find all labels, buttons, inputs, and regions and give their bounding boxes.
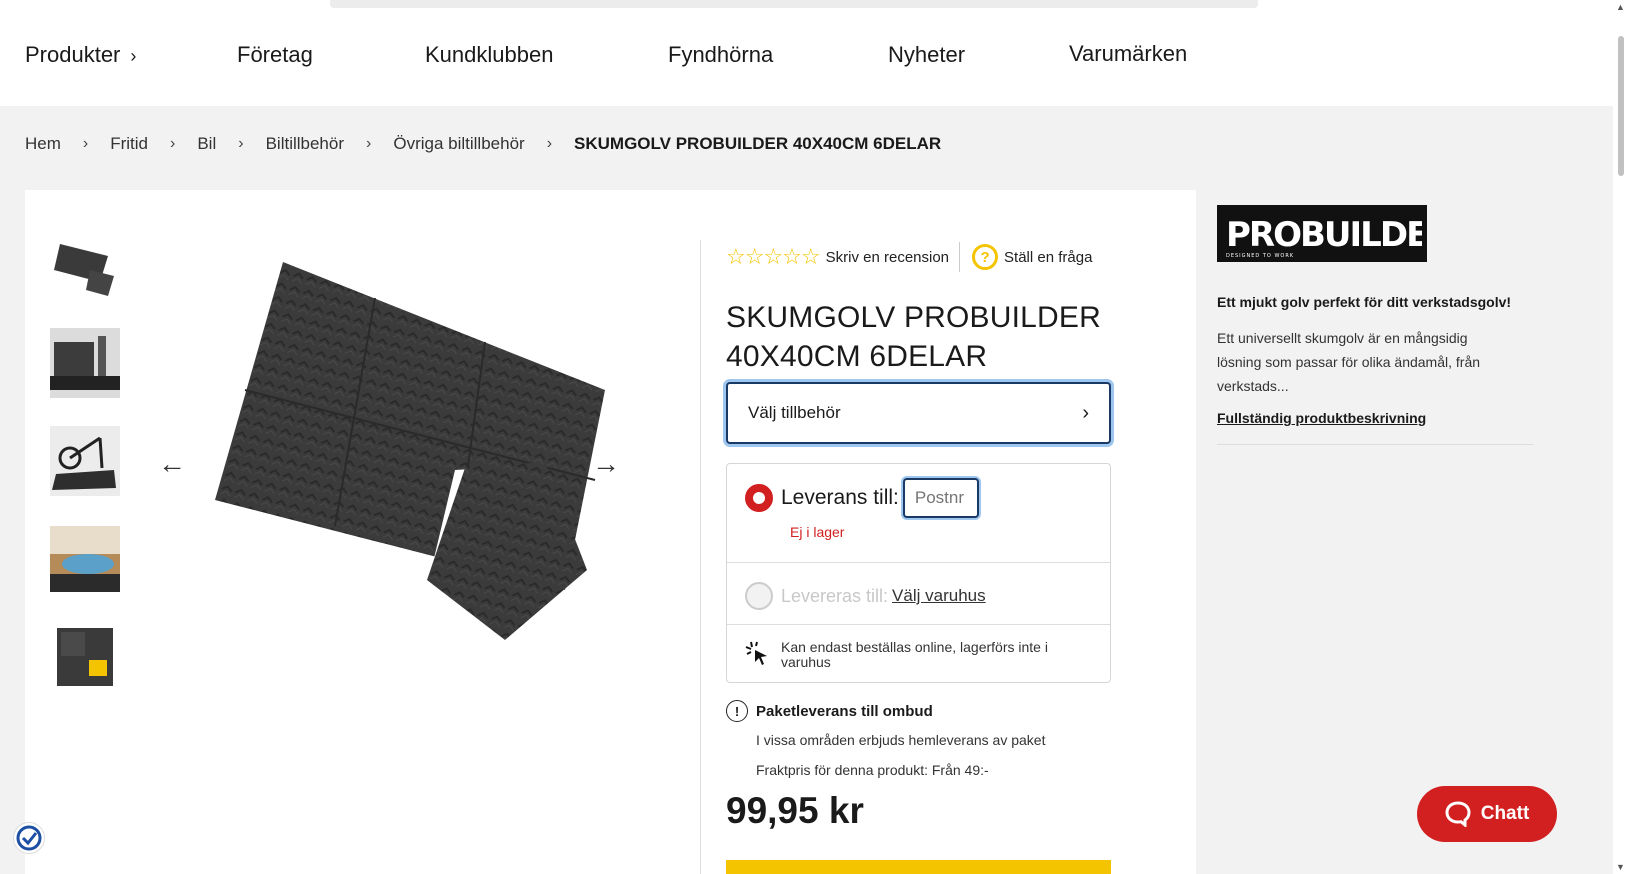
store-delivery-option: Levereras till: Välj varuhus — [745, 582, 986, 610]
product-price: 99,95 kr — [726, 790, 864, 831]
divider — [727, 562, 1110, 563]
product-info: ☆☆☆☆☆ Skriv en recension ? Ställ en fråg… — [726, 240, 1126, 376]
chat-button[interactable]: Chatt — [1417, 786, 1557, 842]
home-delivery-option: Leverans till: — [745, 478, 979, 518]
chat-label: Chatt — [1480, 803, 1530, 824]
breadcrumb-current: SKUMGOLV PROBUILDER 40X40CM 6DELAR — [574, 134, 942, 153]
chat-bubble-icon — [1445, 801, 1471, 827]
breadcrumb-item[interactable]: Fritid — [110, 134, 148, 154]
page-scrollbar[interactable]: ▲ ▼ — [1613, 0, 1629, 874]
question-circle-icon: ? — [972, 244, 999, 270]
nav-item-varumarken[interactable]: Varumärken — [1069, 41, 1187, 67]
nav-item-produkter[interactable]: Produkter › — [25, 42, 136, 68]
description-text: Ett universellt skumgolv är en mångsidig… — [1217, 330, 1481, 394]
nav-item-foretag[interactable]: Företag — [237, 42, 313, 68]
choose-store-link[interactable]: Välj varuhus — [892, 586, 986, 606]
thumbnail-4[interactable] — [50, 524, 120, 594]
parcel-heading: ! Paketleverans till ombud — [726, 700, 1126, 722]
stock-status: Ej i lager — [790, 524, 845, 540]
chevron-right-icon: › — [546, 135, 553, 152]
arrow-left-icon[interactable]: ← — [158, 448, 186, 480]
ask-question-link[interactable]: Ställ en fråga — [1004, 249, 1092, 266]
divider — [959, 242, 961, 272]
divider — [700, 240, 701, 874]
breadcrumb-item[interactable]: Hem — [25, 134, 61, 154]
breadcrumb-item[interactable]: Bil — [197, 134, 216, 154]
chevron-right-icon: › — [130, 46, 137, 66]
thumbnail-5[interactable] — [50, 622, 120, 692]
nav-item-nyheter[interactable]: Nyheter — [888, 42, 965, 68]
choose-accessories-button[interactable]: Välj tillbehör › — [726, 382, 1111, 444]
store-delivery-radio[interactable] — [745, 582, 773, 610]
click-cursor-icon — [745, 640, 771, 671]
online-only-text: Kan endast beställas online, lagerförs i… — [781, 639, 1048, 670]
title-line-1: SKUMGOLV PROBUILDER — [726, 301, 1101, 334]
breadcrumb: Hem › Fritid › Bil › Biltillbehör › Övri… — [25, 134, 941, 154]
accessories-label: Välj tillbehör — [748, 403, 841, 422]
scroll-down-icon[interactable]: ▼ — [1616, 862, 1625, 872]
write-review-link[interactable]: Skriv en recension — [826, 249, 949, 266]
chevron-right-icon: › — [170, 135, 176, 152]
search-bar[interactable] — [330, 0, 1258, 8]
postal-code-input[interactable] — [902, 478, 979, 518]
thumbnail-1[interactable] — [50, 230, 120, 300]
parcel-line: I vissa områden erbjuds hemleverans av p… — [756, 732, 1046, 748]
nav-item-kundklubben[interactable]: Kundklubben — [425, 42, 553, 68]
rating-row: ☆☆☆☆☆ Skriv en recension ? Ställ en fråg… — [726, 240, 1126, 274]
chevron-right-icon: › — [238, 135, 244, 152]
store-delivery-label: Levereras till: — [781, 585, 889, 606]
online-only-note: Kan endast beställas online, lagerförs i… — [745, 640, 1085, 671]
nav-item-fyndhorna[interactable]: Fyndhörna — [668, 42, 773, 68]
breadcrumb-item[interactable]: Övriga biltillbehör — [393, 134, 524, 154]
product-main-image — [185, 240, 645, 670]
shipping-price: Fraktpris för denna produkt: Från 49:- — [756, 762, 989, 778]
brand-logo[interactable]: PROBUILDER DESIGNED TO WORK — [1217, 205, 1427, 262]
top-navigation-bar: Produkter › Företag Kundklubben Fyndhörna… — [0, 0, 1613, 106]
star-outline-icon: ☆☆☆☆☆ — [726, 244, 821, 269]
scroll-up-icon[interactable]: ▲ — [1616, 2, 1625, 12]
add-to-cart-button[interactable] — [726, 860, 1111, 874]
trust-check-icon[interactable] — [13, 822, 45, 854]
scrollbar-thumb[interactable] — [1618, 36, 1624, 176]
page-title: SKUMGOLV PROBUILDER 40X40CM 6DELAR — [726, 298, 1126, 376]
parcel-info: ! Paketleverans till ombud I vissa områd… — [726, 700, 1126, 778]
divider — [1217, 444, 1533, 445]
thumbnail-3[interactable] — [50, 426, 120, 496]
delivery-options: Leverans till: Ej i lager Levereras till… — [726, 463, 1111, 683]
divider — [727, 624, 1110, 625]
thumbnail-2[interactable] — [50, 328, 120, 398]
chevron-right-icon: › — [82, 135, 89, 152]
chevron-right-icon: › — [1082, 401, 1089, 424]
delivery-to-label: Leverans till: — [781, 486, 899, 509]
full-description-link[interactable]: Fullständig produktbeskrivning — [1217, 410, 1533, 426]
svg-text:DESIGNED TO WORK: DESIGNED TO WORK — [1226, 253, 1294, 259]
breadcrumb-item[interactable]: Biltillbehör — [266, 134, 344, 154]
chevron-right-icon: › — [366, 135, 372, 152]
brand-sidebar: PROBUILDER DESIGNED TO WORK Ett mjukt go… — [1217, 205, 1533, 445]
home-delivery-radio[interactable] — [745, 484, 773, 512]
exclamation-circle-icon: ! — [726, 700, 748, 722]
description-heading: Ett mjukt golv perfekt för ditt verkstad… — [1217, 294, 1512, 310]
title-line-2: 40X40CM 6DELAR — [726, 340, 988, 373]
